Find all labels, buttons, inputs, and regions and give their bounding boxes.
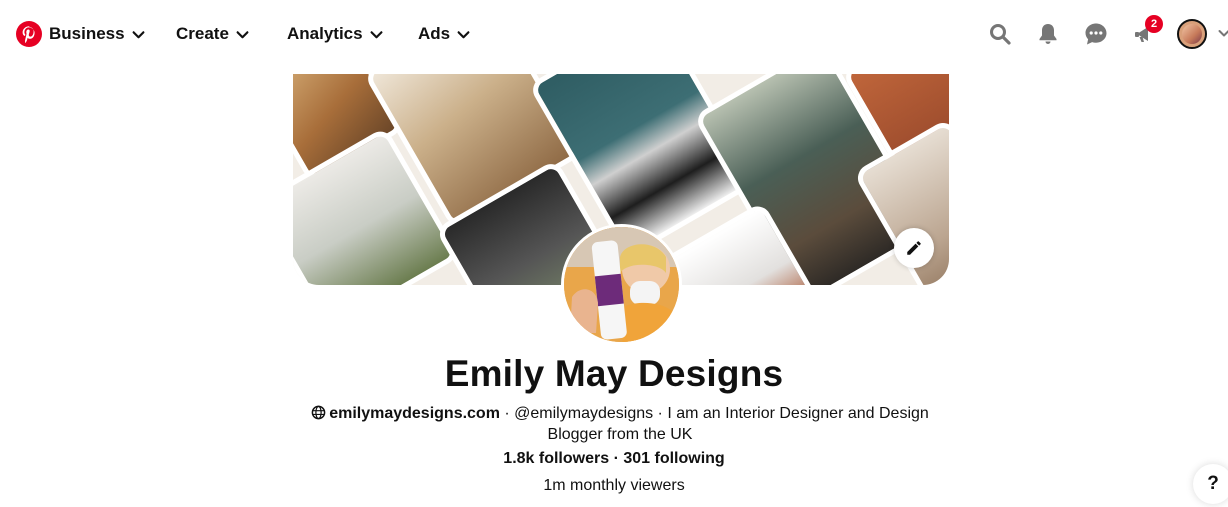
avatar-photo <box>1182 24 1202 44</box>
updates-badge: 2 <box>1145 15 1163 33</box>
globe-icon <box>311 405 326 420</box>
nav-analytics-menu[interactable]: Analytics <box>287 22 383 46</box>
profile-name: Emily May Designs <box>444 353 784 394</box>
bell-icon[interactable] <box>1036 22 1060 46</box>
profile-bio: emilymaydesigns.com · @emilymaydesigns ·… <box>300 403 940 445</box>
nav-business-label: Business <box>49 24 125 43</box>
nav-create-label: Create <box>176 24 229 43</box>
chevron-down-icon <box>236 30 249 38</box>
pencil-icon <box>907 241 921 255</box>
chevron-down-icon <box>132 30 145 38</box>
chat-icon[interactable] <box>1084 22 1108 46</box>
nav-business-menu[interactable]: Business <box>49 22 145 46</box>
chevron-down-icon <box>370 30 383 38</box>
top-navigation: Business Create Analytics Ads 2 <box>0 0 1228 68</box>
search-icon[interactable] <box>988 22 1012 46</box>
nav-ads-menu[interactable]: Ads <box>418 22 470 46</box>
profile-avatar[interactable] <box>561 224 682 345</box>
profile-photo <box>564 227 679 342</box>
nav-analytics-label: Analytics <box>287 24 363 43</box>
bio-text: · @emilymaydesigns · I am an Interior De… <box>499 405 929 443</box>
help-button[interactable]: ? <box>1193 464 1228 504</box>
chevron-down-icon[interactable] <box>1218 27 1228 39</box>
follow-stats: 1.8k followers · 301 following <box>0 450 1228 468</box>
nav-create-menu[interactable]: Create <box>176 22 249 46</box>
account-avatar[interactable] <box>1177 19 1207 49</box>
pinterest-logo-icon[interactable] <box>16 21 42 47</box>
edit-cover-button[interactable] <box>894 228 934 268</box>
following-count[interactable]: 301 following <box>623 450 724 467</box>
stats-separator: · <box>609 450 624 467</box>
monthly-viewers: 1m monthly viewers <box>543 477 685 494</box>
nav-ads-label: Ads <box>418 24 451 43</box>
chevron-down-icon <box>457 30 470 38</box>
website-link[interactable]: emilymaydesigns.com <box>329 405 500 422</box>
followers-count[interactable]: 1.8k followers <box>503 450 609 467</box>
